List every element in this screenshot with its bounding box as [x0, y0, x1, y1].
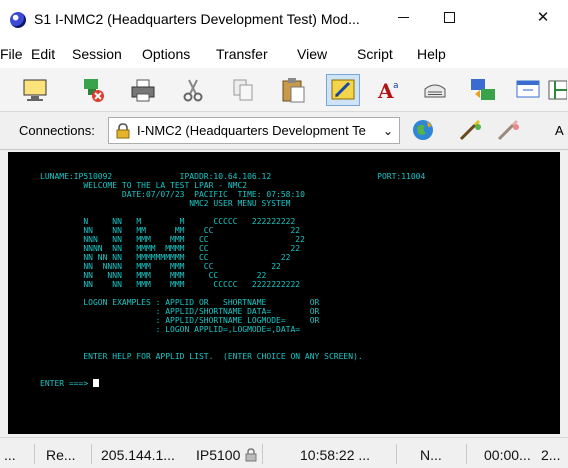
chevron-down-icon: ⌄: [382, 124, 393, 138]
maximize-button[interactable]: [426, 0, 472, 34]
lock-icon: [115, 123, 131, 142]
terminal-line: NN NNN MMM MMM CC 22: [40, 271, 267, 280]
terminal-line: : APPLID/SHORTNAME LOGMODE= OR: [40, 316, 320, 325]
close-icon: ✕: [536, 9, 550, 26]
terminal-line: : APPLID/SHORTNAME DATA= OR: [40, 307, 320, 316]
status-divider: [396, 444, 397, 464]
terminal-line: WELCOME TO THE LA TEST LPAR - NMC2: [40, 181, 248, 190]
minimize-button[interactable]: [380, 0, 426, 34]
terminal-line: ENTER ===>: [40, 379, 89, 388]
layout-icon[interactable]: [546, 74, 568, 106]
status-divider: [91, 444, 92, 464]
terminal-cursor[interactable]: [93, 379, 99, 387]
copy-icon[interactable]: [226, 74, 260, 106]
connections-selected: I-NMC2 (Headquarters Development Te: [137, 123, 366, 138]
terminal-line: LUNAME:IP510092 IPADDR:10.64.106.12 PORT…: [40, 172, 426, 181]
connections-bar: Connections: I-NMC2 (Headquarters Develo…: [0, 112, 568, 150]
terminal-line: NN NN NN MMMMMMMMMM CC 22: [40, 253, 291, 262]
svg-text:a: a: [393, 81, 399, 91]
terminal-line: NMC2 USER MENU SYSTEM: [40, 199, 291, 208]
lock-icon: [245, 448, 257, 465]
status-divider: [466, 444, 467, 464]
window-title: S1 I-NMC2 (Headquarters Development Test…: [34, 11, 360, 27]
screen-icon[interactable]: [511, 74, 545, 106]
cut-icon[interactable]: [176, 74, 210, 106]
menu-session[interactable]: Session: [72, 46, 122, 62]
connections-dropdown[interactable]: I-NMC2 (Headquarters Development Te ⌄: [108, 117, 400, 144]
menu-view[interactable]: View: [297, 46, 327, 62]
svg-text:A: A: [377, 79, 394, 103]
disconnect-wand-icon[interactable]: [492, 114, 526, 146]
connections-overflow-label: A: [555, 123, 564, 138]
status-cell-session: 2...: [541, 447, 561, 463]
edit-icon[interactable]: [326, 74, 360, 106]
terminal-line: NNN NN MMM MMM CC 22: [40, 235, 305, 244]
terminal-line: NN NN MM MM CC 22: [40, 226, 301, 235]
menu-edit[interactable]: Edit: [31, 46, 55, 62]
status-bar: ... Re... 205.144.1... IP5100 10:58:22 .…: [0, 437, 568, 468]
status-cell-mode: N...: [420, 447, 442, 463]
paste-icon[interactable]: [276, 74, 310, 106]
status-cell-0: ...: [4, 447, 16, 463]
terminal-line: NN NN MMM MMM CCCCC 2222222222: [40, 280, 301, 289]
status-divider: [34, 444, 35, 464]
menu-help[interactable]: Help: [417, 46, 446, 62]
terminal-line: ENTER HELP FOR APPLID LIST. (ENTER CHOIC…: [40, 352, 363, 361]
minimize-icon: [397, 16, 409, 18]
transfer-icon[interactable]: [466, 74, 500, 106]
menu-file[interactable]: File: [0, 46, 23, 62]
status-divider: [262, 444, 263, 464]
terminal-text: LUNAME:IP510092 IPADDR:10.64.106.12 PORT…: [40, 172, 425, 388]
close-button[interactable]: ✕: [520, 0, 566, 34]
status-cell-ready: Re...: [46, 447, 76, 463]
terminal-line: NN NNNN MMM MMM CC 22: [40, 262, 281, 271]
status-cell-time: 10:58:22 ...: [300, 447, 371, 463]
disconnect-icon[interactable]: [76, 74, 110, 106]
terminal-line: : LOGON APPLID=,LOGMODE=,DATA=: [40, 325, 301, 334]
terminal-line: NNNN NN MMMM MMMM CC 22: [40, 244, 301, 253]
menu-bar: File Edit Session Options Transfer View …: [0, 42, 568, 68]
connect-wand-icon[interactable]: [454, 114, 488, 146]
print-icon[interactable]: [126, 74, 160, 106]
status-cell-elapsed: 00:00...: [484, 447, 531, 463]
menu-script[interactable]: Script: [357, 46, 393, 62]
menu-options[interactable]: Options: [142, 46, 190, 62]
connections-label: Connections:: [19, 123, 95, 138]
status-cell-ip: 205.144.1...: [101, 447, 175, 463]
terminal-line: LOGON EXAMPLES : APPLID OR SHORTNAME OR: [40, 298, 320, 307]
app-globe-icon: [10, 12, 26, 28]
font-icon[interactable]: Aa: [372, 74, 406, 106]
monitor-icon[interactable]: [18, 74, 52, 106]
status-cell-luname: IP5100: [196, 447, 241, 463]
maximize-icon: [443, 11, 455, 23]
keyboard-icon[interactable]: [418, 74, 452, 106]
title-bar: S1 I-NMC2 (Headquarters Development Test…: [0, 0, 568, 42]
terminal-line: N NN M M CCCCC 222222222: [40, 217, 296, 226]
terminal-line: DATE:07/07/23 PACIFIC TIME: 07:58:10: [40, 190, 305, 199]
globe-connect-icon[interactable]: [406, 114, 440, 146]
terminal-screen[interactable]: LUNAME:IP510092 IPADDR:10.64.106.12 PORT…: [8, 152, 560, 434]
menu-transfer[interactable]: Transfer: [216, 46, 268, 62]
toolbar: Aa: [0, 68, 568, 112]
